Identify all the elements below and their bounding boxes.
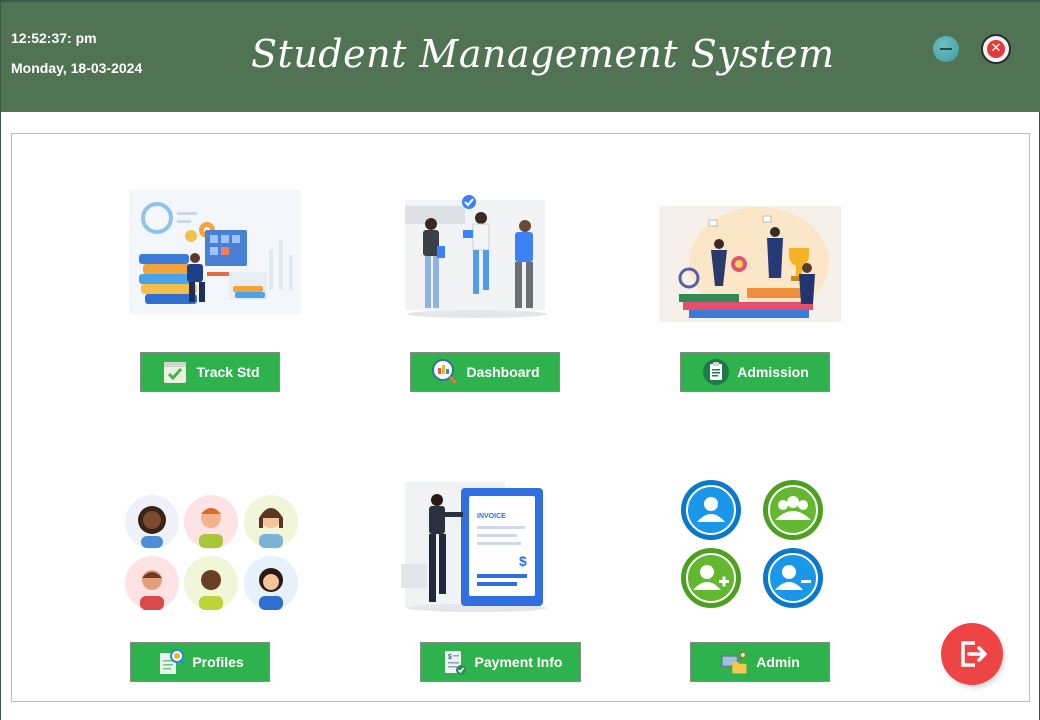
profile-search-icon [156, 647, 186, 677]
close-icon: ✕ [987, 40, 1005, 58]
payment-info-label: Payment Info [474, 654, 563, 670]
profiles-label: Profiles [192, 654, 244, 670]
minimize-button[interactable] [933, 36, 959, 62]
dollar-sign: $ [519, 553, 527, 569]
title-bar: 12:52:37: pm Monday, 18-03-2024 Student … [1, 0, 1040, 112]
dashboard-illustration [405, 195, 547, 318]
profiles-button[interactable]: Profiles [130, 642, 270, 682]
dashboard-label: Dashboard [466, 364, 540, 380]
admin-illustration [681, 480, 823, 608]
admission-illustration [659, 206, 841, 322]
clock-date: Monday, 18-03-2024 [11, 60, 143, 76]
profiles-illustration [125, 495, 298, 610]
clock-time: 12:52:37: pm [11, 30, 97, 46]
dashboard-button[interactable]: Dashboard [410, 352, 560, 392]
payment-info-button[interactable]: $ Payment Info [420, 642, 581, 682]
clipboard-icon [701, 357, 731, 387]
logout-button[interactable] [941, 623, 1003, 685]
svg-text:$: $ [448, 654, 452, 661]
app-title: Student Management System [251, 32, 835, 76]
tracking-illustration [129, 190, 301, 314]
track-std-button[interactable]: Track Std [140, 352, 280, 392]
app-window: 12:52:37: pm Monday, 18-03-2024 Student … [0, 0, 1040, 720]
close-button[interactable]: ✕ [981, 34, 1011, 64]
admin-label: Admin [756, 654, 800, 670]
admin-button[interactable]: Admin [690, 642, 830, 682]
logout-icon [961, 641, 987, 667]
analytics-icon [430, 357, 460, 387]
invoice-label: INVOICE [477, 513, 506, 520]
track-std-label: Track Std [196, 364, 260, 380]
payment-illustration: INVOICE $ [401, 482, 547, 612]
receipt-icon: $ [439, 647, 469, 677]
admission-label: Admission [737, 364, 809, 380]
admission-button[interactable]: Admission [680, 352, 830, 392]
admin-settings-icon [720, 647, 750, 677]
checklist-icon [160, 357, 190, 387]
